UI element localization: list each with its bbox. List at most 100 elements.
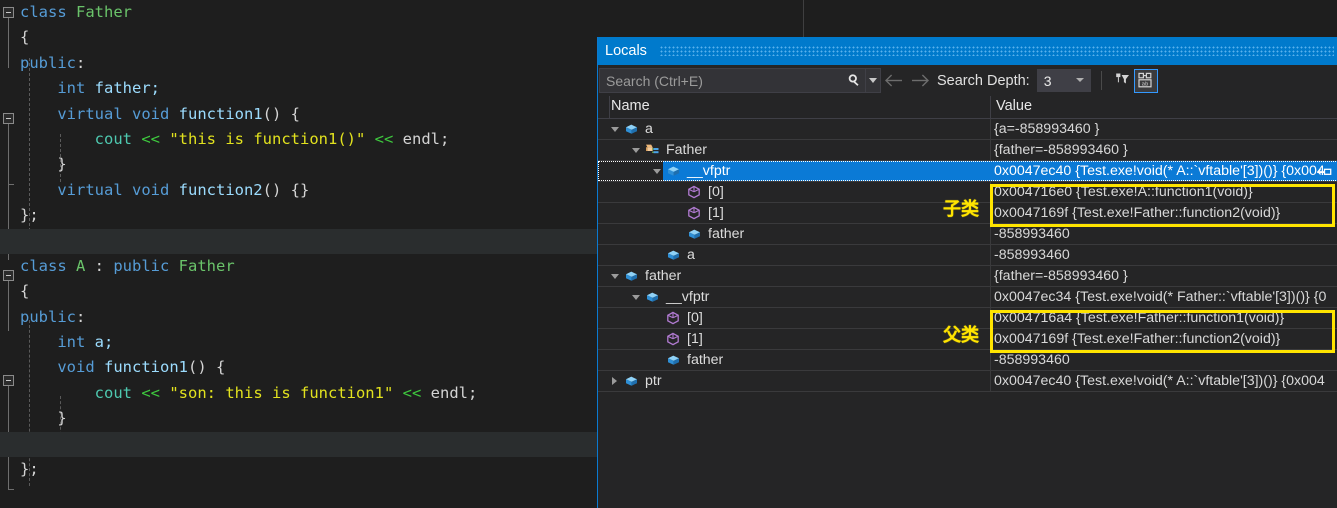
- code-line[interactable]: int a;: [0, 330, 597, 355]
- pin-filter-icon[interactable]: [1110, 69, 1134, 93]
- row-name-cell[interactable]: a: [598, 119, 1000, 139]
- row-value-cell[interactable]: 0x0047ec40 {Test.exe!void(* A::`vftable'…: [994, 371, 1325, 391]
- chevron-down-icon[interactable]: [1075, 78, 1084, 82]
- code-line[interactable]: public:: [0, 51, 597, 76]
- search-icon[interactable]: [843, 69, 865, 92]
- code-line[interactable]: class Father: [0, 0, 597, 25]
- row-name-cell[interactable]: __vfptr: [598, 287, 1021, 307]
- row-value-cell[interactable]: 0x004716e0 {Test.exe!A::function1(void)}: [994, 182, 1253, 202]
- row-value-cell[interactable]: {father=-858993460 }: [994, 140, 1128, 160]
- code-token: () {: [262, 104, 300, 123]
- column-header-name[interactable]: Name: [611, 98, 650, 114]
- code-token: <<: [402, 383, 422, 402]
- search-input[interactable]: [600, 71, 843, 90]
- row-value-cell[interactable]: 0x0047ec34 {Test.exe!void(* Father::`vft…: [994, 287, 1326, 307]
- row-name-cell[interactable]: father: [598, 350, 1042, 370]
- code-line[interactable]: virtual void function1() {: [0, 102, 597, 127]
- code-token: class: [20, 3, 76, 21]
- row-name-cell[interactable]: Father: [598, 140, 1021, 160]
- table-row[interactable]: father -858993460: [598, 224, 1337, 245]
- search-depth-value: 3: [1043, 72, 1052, 89]
- row-value-cell[interactable]: {father=-858993460 }: [994, 266, 1128, 286]
- row-value-cell[interactable]: 0x0047169f {Test.exe!Father::function2(v…: [994, 203, 1280, 223]
- outline-line-end: [8, 489, 14, 490]
- row-name-cell[interactable]: a: [598, 245, 1042, 265]
- code-token: endl;: [421, 383, 478, 402]
- code-line[interactable]: }: [0, 406, 597, 431]
- table-row[interactable]: father -858993460: [598, 350, 1337, 371]
- row-value-cell[interactable]: {a=-858993460 }: [994, 119, 1099, 139]
- column-header-value[interactable]: Value: [996, 98, 1032, 114]
- table-row[interactable]: a {a=-858993460 }: [598, 119, 1337, 140]
- row-value-cell[interactable]: -858993460: [994, 245, 1070, 265]
- chevron-down-icon[interactable]: [629, 287, 642, 307]
- code-line[interactable]: [0, 228, 597, 254]
- code-line[interactable]: int father;: [0, 76, 597, 101]
- code-line[interactable]: virtual void function2() {}: [0, 178, 597, 203]
- row-value-cell[interactable]: -858993460: [994, 350, 1070, 370]
- tree-column-header: Name Value: [598, 96, 1337, 119]
- expander-placeholder: [650, 245, 663, 265]
- row-value-cell[interactable]: 0x004716a4 {Test.exe!Father::function1(v…: [994, 308, 1284, 328]
- table-row[interactable]: __vfptr 0x0047ec40 {Test.exe!void(* A::`v…: [598, 161, 1337, 182]
- row-name-label: __vfptr: [666, 289, 710, 305]
- locals-tree[interactable]: a {a=-858993460 } Father {father=-858993460…: [598, 119, 1337, 392]
- chevron-right-icon[interactable]: [608, 371, 621, 391]
- code-line[interactable]: [0, 431, 597, 458]
- title-grip[interactable]: [660, 46, 1334, 56]
- row-column-splitter: [990, 329, 991, 349]
- pointer-cube-icon: [684, 203, 704, 223]
- code-token: class: [20, 256, 76, 275]
- code-line[interactable]: {: [0, 279, 597, 304]
- row-value-cell[interactable]: 0x0047169f {Test.exe!Father::function2(v…: [994, 329, 1280, 349]
- chevron-down-icon[interactable]: [608, 119, 621, 139]
- code-token: <<: [374, 129, 394, 148]
- row-column-splitter: [990, 287, 991, 307]
- code-line[interactable]: class A : public Father: [0, 254, 597, 279]
- row-value-cell[interactable]: -858993460: [994, 224, 1070, 244]
- table-row[interactable]: father {father=-858993460 }: [598, 266, 1337, 287]
- table-row[interactable]: Father {father=-858993460 }: [598, 140, 1337, 161]
- code-token: a;: [94, 333, 114, 352]
- chevron-down-icon[interactable]: [650, 161, 663, 181]
- row-name-cell[interactable]: __vfptr: [598, 161, 1042, 181]
- chevron-down-icon[interactable]: [629, 140, 642, 160]
- hex-display-icon[interactable]: ab: [1133, 68, 1158, 93]
- search-depth-select[interactable]: 3: [1036, 69, 1091, 92]
- table-row[interactable]: ptr 0x0047ec40 {Test.exe!void(* A::`vftab…: [598, 371, 1337, 392]
- code-line[interactable]: };: [0, 203, 597, 228]
- code-line[interactable]: cout << "son: this is function1" << endl…: [0, 381, 597, 406]
- nav-back-icon[interactable]: [881, 68, 907, 93]
- editor-vertical-divider: [803, 0, 804, 37]
- toolbar-separator: [1100, 71, 1102, 90]
- row-name-label: father: [687, 352, 724, 368]
- row-name-cell[interactable]: father: [598, 266, 1000, 286]
- code-line[interactable]: };: [0, 457, 597, 482]
- code-line[interactable]: {: [0, 25, 597, 50]
- column-splitter[interactable]: [990, 96, 991, 118]
- search-box[interactable]: [599, 68, 881, 93]
- row-column-splitter: [990, 245, 991, 265]
- code-line[interactable]: void function1() {: [0, 355, 597, 380]
- code-token: public: [20, 307, 76, 326]
- table-row[interactable]: __vfptr 0x0047ec34 {Test.exe!void(* Fathe…: [598, 287, 1337, 308]
- search-dropdown-icon[interactable]: [865, 69, 880, 92]
- row-name-cell[interactable]: ptr: [598, 371, 1000, 391]
- table-row[interactable]: a -858993460: [598, 245, 1337, 266]
- code-text[interactable]: class Father {public: int father; virtual…: [0, 0, 597, 482]
- code-line[interactable]: }: [0, 152, 597, 177]
- nav-forward-icon[interactable]: [907, 68, 933, 93]
- code-line[interactable]: cout << "this is function1()" << endl;: [0, 127, 597, 152]
- chevron-down-icon[interactable]: [608, 266, 621, 286]
- row-column-splitter: [990, 350, 991, 370]
- row-value-cell[interactable]: 0x0047ec40 {Test.exe!void(* A::`vftable'…: [994, 161, 1325, 181]
- pin-to-source-icon[interactable]: [1317, 165, 1332, 183]
- row-name-label: ptr: [645, 373, 662, 389]
- locals-title-bar[interactable]: Locals: [598, 37, 1337, 65]
- code-line[interactable]: public:: [0, 305, 597, 330]
- code-token: :: [76, 53, 86, 72]
